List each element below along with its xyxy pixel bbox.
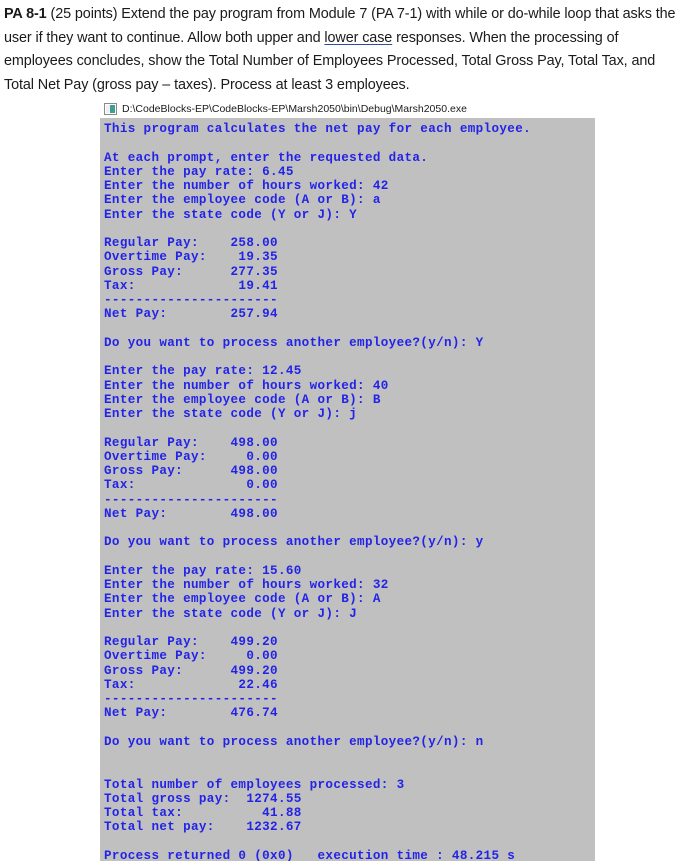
console-title-text: D:\CodeBlocks-EP\CodeBlocks-EP\Marsh2050… (122, 103, 467, 115)
console-output-text: This program calculates the net pay for … (104, 122, 532, 861)
console-window: D:\CodeBlocks-EP\CodeBlocks-EP\Marsh2050… (100, 100, 595, 861)
console-body[interactable]: This program calculates the net pay for … (100, 118, 595, 861)
console-titlebar: D:\CodeBlocks-EP\CodeBlocks-EP\Marsh2050… (100, 100, 595, 118)
console-app-icon (104, 103, 117, 115)
assignment-prompt: PA 8-1 (25 points) Extend the pay progra… (0, 0, 693, 97)
lower-case-link[interactable]: lower case (324, 30, 392, 46)
assignment-label: PA 8-1 (4, 6, 47, 22)
assignment-points: (25 points) (50, 6, 118, 22)
